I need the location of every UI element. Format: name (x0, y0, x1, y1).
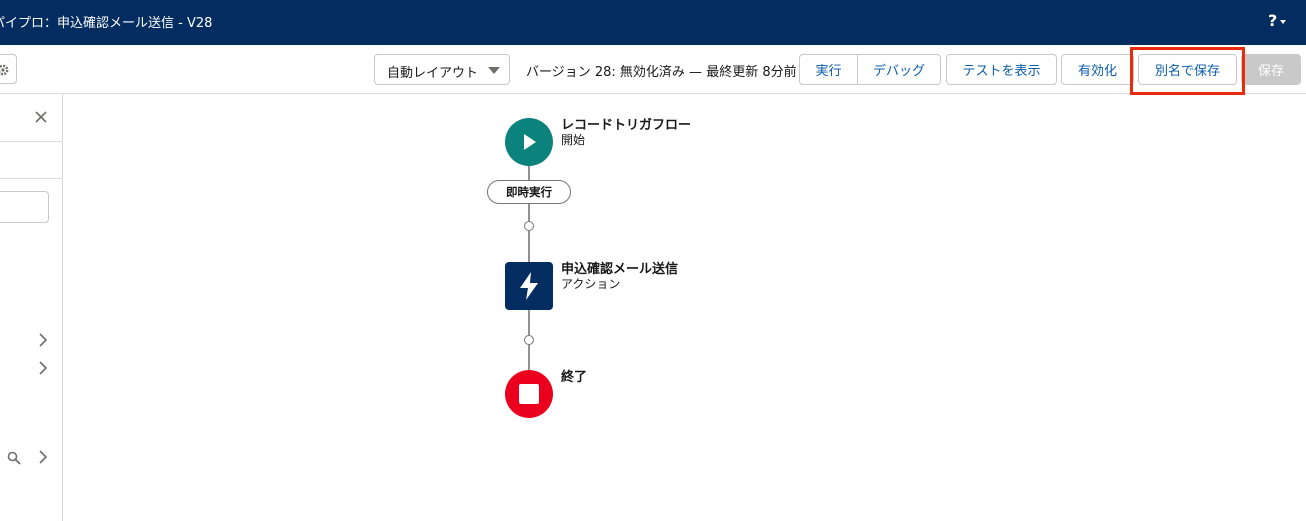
builder-toolbar: 自動レイアウト バージョン 28: 無効化済み — 最終更新 8分前 実行 デバ… (0, 45, 1306, 94)
chevron-right-icon[interactable] (38, 450, 48, 464)
lightning-icon (520, 272, 538, 300)
help-icon: ? (1268, 11, 1278, 30)
help-menu[interactable]: ? (1268, 11, 1287, 30)
connector-line (528, 204, 530, 221)
end-node-title: 終了 (561, 370, 588, 385)
panel-divider (0, 141, 62, 142)
start-node-subtitle: 開始 (561, 133, 586, 147)
version-status: バージョン 28: 無効化済み — 最終更新 8分前 (526, 65, 797, 80)
stop-icon (519, 384, 539, 404)
chevron-right-icon[interactable] (38, 361, 48, 375)
chevron-right-icon[interactable] (38, 333, 48, 347)
view-tests-button[interactable]: テストを表示 (946, 54, 1057, 85)
layout-select[interactable]: 自動レイアウト (374, 54, 510, 85)
app-header: パイプロ：申込確認メール送信 - V28 ? (0, 0, 1306, 45)
connector-line (528, 231, 530, 262)
action-node[interactable] (505, 262, 553, 310)
add-element-node[interactable] (524, 221, 534, 231)
end-node[interactable] (505, 370, 553, 418)
connector-line (528, 166, 530, 180)
flow-title: パイプロ：申込確認メール送信 - V28 (0, 16, 213, 31)
layout-select-value: 自動レイアウト (387, 66, 479, 81)
save-button[interactable]: 保存 (1241, 54, 1301, 85)
close-icon[interactable] (34, 110, 48, 124)
connector-line (528, 345, 530, 370)
connector-line (528, 310, 530, 335)
activate-button[interactable]: 有効化 (1061, 54, 1134, 85)
gear-icon (0, 64, 9, 76)
chevron-down-icon (1280, 20, 1287, 24)
flow-canvas[interactable] (64, 95, 1306, 521)
path-label-pill[interactable]: 即時実行 (487, 180, 571, 204)
start-node[interactable] (505, 118, 553, 166)
action-node-subtitle: アクション (561, 277, 621, 291)
save-as-button[interactable]: 別名で保存 (1138, 54, 1237, 85)
dropdown-arrow-icon (488, 67, 500, 74)
toolbox-panel (0, 94, 63, 521)
debug-button[interactable]: デバッグ (857, 54, 941, 85)
toolbox-search-input[interactable] (0, 191, 49, 223)
run-button[interactable]: 実行 (799, 54, 858, 85)
search-icon[interactable] (7, 451, 21, 465)
add-element-node[interactable] (524, 335, 534, 345)
panel-divider (0, 178, 62, 179)
play-icon (524, 134, 536, 150)
settings-button[interactable] (0, 54, 17, 84)
